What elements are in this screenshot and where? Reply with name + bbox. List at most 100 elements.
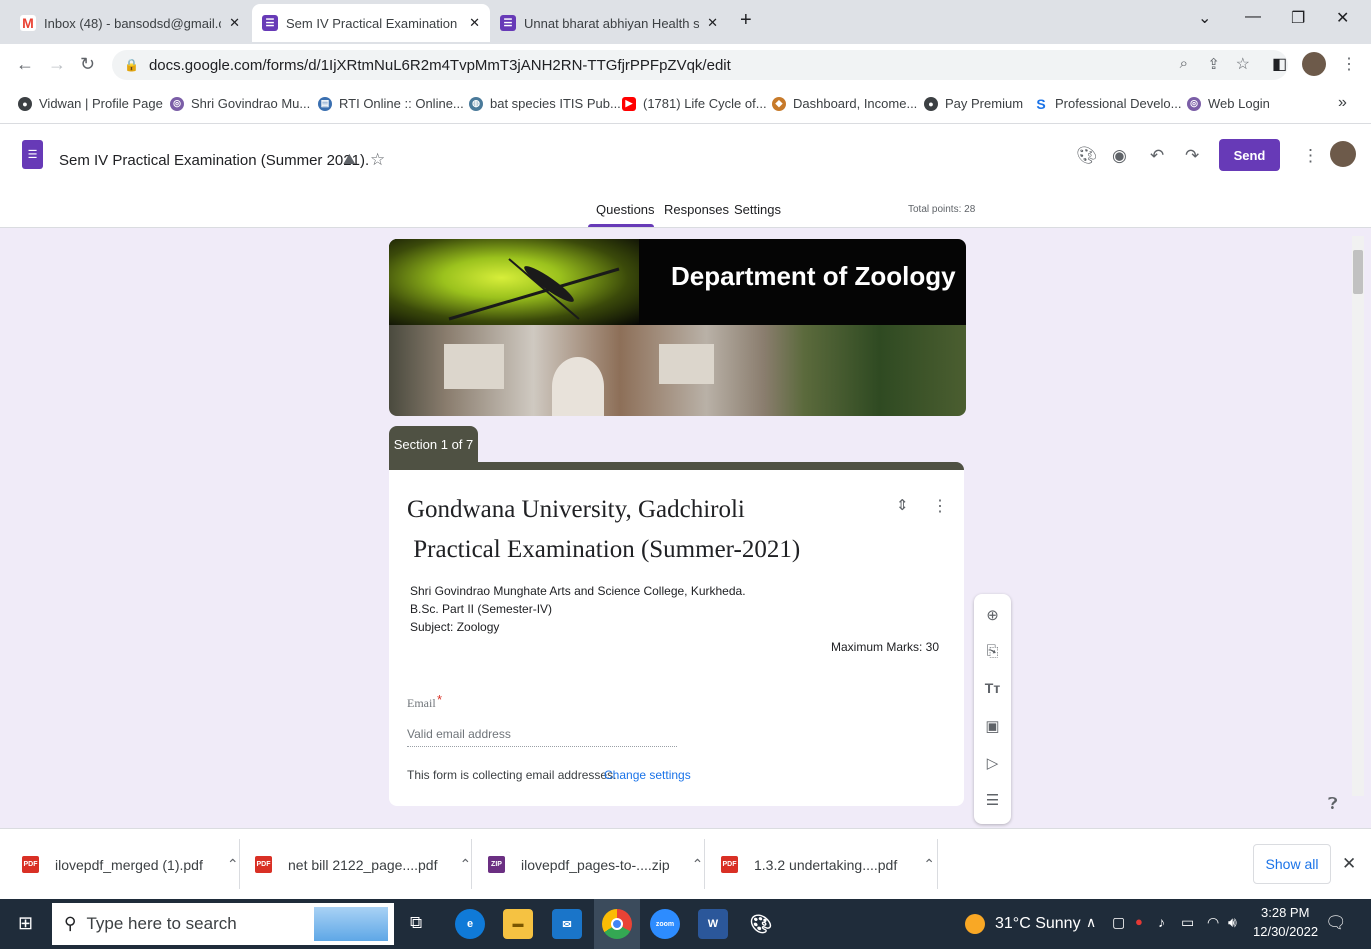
tab-search-icon[interactable]: ⌄	[1198, 8, 1211, 28]
scrollbar-track[interactable]	[1352, 236, 1364, 796]
taskbar-search-box[interactable]: ⚲ Type here to search	[52, 903, 394, 945]
download-item[interactable]: PDF net bill 2122_page....pdf ⌃	[255, 856, 471, 873]
undo-icon[interactable]: ↶	[1150, 146, 1164, 166]
paint-icon[interactable]: 🎨︎	[746, 909, 776, 939]
swayam-icon: S	[1034, 96, 1048, 112]
tray-antivirus-icon[interactable]: ●	[1135, 914, 1143, 929]
collapse-section-icon[interactable]: ⇕	[896, 496, 909, 514]
tab-gmail[interactable]: M Inbox (48) - bansodsd@gmail.co ✕	[10, 4, 250, 42]
google-forms-logo-icon[interactable]: ☰	[22, 140, 43, 169]
battery-icon[interactable]: ▭	[1181, 914, 1194, 931]
close-icon[interactable]: ✕	[229, 15, 240, 31]
minimize-icon[interactable]: —	[1245, 8, 1261, 26]
college-logo-icon: ◎	[1187, 96, 1201, 111]
add-section-icon[interactable]: ☰	[974, 791, 1011, 809]
chevron-up-icon[interactable]: ⌃	[692, 856, 704, 873]
star-icon[interactable]: ☆	[1236, 54, 1250, 74]
floating-toolbar: ⊕ ⎘ Tт ▣ ▷ ☰	[974, 594, 1011, 824]
more-options-icon[interactable]: ⋮	[1302, 146, 1319, 166]
bookmark-item[interactable]: ▤ RTI Online :: Online...	[318, 96, 464, 111]
tray-app-icon[interactable]: ▢	[1112, 914, 1125, 931]
weather-text[interactable]: 31°C Sunny	[995, 915, 1081, 933]
income-tax-icon: ◆	[772, 96, 786, 111]
restore-icon[interactable]: ❐	[1291, 8, 1305, 28]
window-close-icon[interactable]: ✕	[1336, 8, 1349, 28]
tray-chevron-icon[interactable]: ∧	[1086, 914, 1096, 931]
scrollbar-thumb[interactable]	[1353, 250, 1363, 294]
microphone-icon[interactable]: ♪	[1158, 914, 1165, 930]
wifi-icon[interactable]: ◠	[1207, 914, 1219, 931]
word-icon[interactable]: W	[698, 909, 728, 939]
form-header-card[interactable]: Gondwana University, Gadchiroli Practica…	[389, 462, 964, 806]
back-icon[interactable]: ←	[16, 54, 34, 75]
chrome-taskbar-active[interactable]	[594, 899, 640, 949]
new-tab-button[interactable]: +	[740, 9, 752, 32]
star-icon[interactable]: ☆	[370, 150, 385, 170]
zoom-icon[interactable]: ⌕	[1180, 55, 1188, 72]
bookmark-item[interactable]: ◎ Shri Govindrao Mu...	[170, 96, 310, 111]
task-view-icon[interactable]: ⧉	[410, 913, 422, 933]
section-label: Section 1 of 7	[389, 426, 478, 462]
add-video-icon[interactable]: ▷	[974, 754, 1011, 772]
chevron-up-icon[interactable]: ⌃	[459, 856, 471, 873]
mail-icon[interactable]: ✉	[552, 909, 582, 939]
add-image-icon[interactable]: ▣	[974, 717, 1011, 735]
bookmark-item[interactable]: ● Pay Premium	[924, 96, 1023, 111]
palette-icon[interactable]: 🎨︎	[1076, 146, 1098, 166]
move-to-drive-icon[interactable]: ⛰	[343, 151, 356, 168]
share-icon[interactable]: ⇪	[1207, 55, 1220, 73]
zoom-app-icon[interactable]: zoom	[650, 909, 680, 939]
download-item[interactable]: PDF ilovepdf_merged (1).pdf ⌃	[22, 856, 239, 873]
close-icon[interactable]: ✕	[469, 15, 480, 31]
bookmark-item[interactable]: ◎ Web Login	[1187, 96, 1270, 111]
bookmark-item[interactable]: S Professional Develo...	[1034, 96, 1181, 112]
tab-questions[interactable]: Questions	[596, 202, 655, 217]
tab-forms-exam[interactable]: ☰ Sem IV Practical Examination (Su ✕	[252, 4, 490, 42]
side-panel-icon[interactable]: ◧	[1272, 54, 1287, 74]
reload-icon[interactable]: ↻	[80, 54, 95, 75]
form-document-title[interactable]: Sem IV Practical Examination (Summer 202…	[59, 152, 369, 169]
tab-unnat-bharat[interactable]: ☰ Unnat bharat abhiyan Health sur ✕	[490, 4, 728, 42]
bookmark-item[interactable]: ◆ Dashboard, Income...	[772, 96, 917, 111]
download-item[interactable]: PDF 1.3.2 undertaking....pdf ⌃	[721, 856, 935, 873]
tab-responses[interactable]: Responses	[664, 202, 729, 217]
add-question-icon[interactable]: ⊕	[974, 606, 1011, 624]
chevron-up-icon[interactable]: ⌃	[227, 856, 239, 873]
file-explorer-icon[interactable]: ▬	[503, 909, 533, 939]
account-avatar[interactable]	[1330, 141, 1356, 167]
windows-start-icon[interactable]: ⊞	[18, 913, 33, 934]
email-input-placeholder[interactable]: Valid email address	[407, 727, 511, 741]
chevron-up-icon[interactable]: ⌃	[923, 856, 935, 873]
profile-avatar[interactable]	[1302, 52, 1326, 76]
help-icon[interactable]: ❓︎	[1328, 796, 1338, 814]
edge-browser-icon[interactable]: e	[455, 909, 485, 939]
download-item[interactable]: ZIP ilovepdf_pages-to-....zip ⌃	[488, 856, 703, 873]
maximum-marks: Maximum Marks: 30	[831, 640, 940, 654]
redo-icon[interactable]: ↷	[1185, 146, 1199, 166]
tab-settings[interactable]: Settings	[734, 202, 781, 217]
import-questions-icon[interactable]: ⎘	[974, 643, 1011, 660]
close-downloads-icon[interactable]: ✕	[1342, 854, 1356, 874]
close-icon[interactable]: ✕	[707, 15, 718, 31]
bookmarks-overflow-button[interactable]: »	[1338, 94, 1347, 112]
clock-date[interactable]: 12/30/2022	[1253, 924, 1318, 939]
bookmark-item[interactable]: ◍ bat species ITIS Pub...	[469, 96, 621, 111]
form-title-line-2[interactable]: Practical Examination (Summer-2021)	[407, 536, 800, 564]
change-settings-link[interactable]: Change settings	[604, 768, 691, 782]
clock-time[interactable]: 3:28 PM	[1261, 905, 1309, 920]
bookmark-item[interactable]: ● Vidwan | Profile Page	[18, 96, 163, 111]
chrome-menu-icon[interactable]: ⋮	[1341, 54, 1357, 74]
globe-icon: ●	[924, 96, 938, 111]
volume-icon[interactable]: 🔊︎	[1228, 914, 1237, 931]
banner-title: Department of Zoology	[671, 261, 956, 291]
section-more-icon[interactable]: ⋮	[932, 496, 948, 516]
preview-eye-icon[interactable]: ◉	[1112, 146, 1127, 166]
address-bar[interactable]: 🔒 docs.google.com/forms/d/1IjXRtmNuL6R2m…	[112, 50, 1288, 80]
forward-icon[interactable]: →	[48, 54, 66, 75]
add-title-description-icon[interactable]: Tт	[974, 680, 1011, 696]
send-button[interactable]: Send	[1219, 139, 1280, 171]
form-title-line-1[interactable]: Gondwana University, Gadchiroli	[407, 496, 745, 524]
bookmark-item[interactable]: ▶ (1781) Life Cycle of...	[622, 96, 767, 111]
notifications-icon[interactable]: 🗨︎	[1325, 913, 1347, 933]
show-all-downloads-button[interactable]: Show all	[1253, 844, 1331, 884]
